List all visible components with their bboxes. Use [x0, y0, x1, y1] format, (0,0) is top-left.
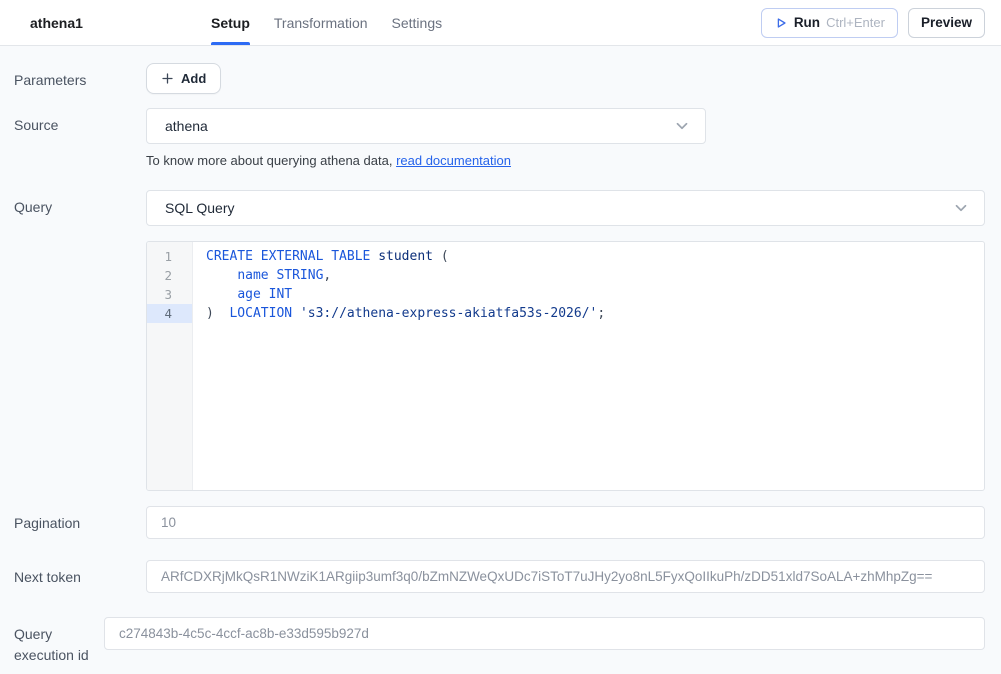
- chevron-down-icon: [673, 117, 691, 135]
- run-shortcut-label: Ctrl+Enter: [826, 15, 885, 30]
- read-documentation-link[interactable]: read documentation: [396, 153, 511, 168]
- tab-setup[interactable]: Setup: [211, 0, 250, 45]
- preview-button[interactable]: Preview: [908, 8, 985, 38]
- source-help-text: To know more about querying athena data,…: [146, 153, 985, 168]
- line-number: 1: [147, 247, 192, 266]
- plus-icon: [161, 72, 174, 85]
- code-line: ) LOCATION 's3://athena-express-akiatfa5…: [206, 304, 984, 323]
- code-line: age INT: [206, 285, 984, 304]
- query-title: athena1: [30, 0, 211, 45]
- source-label: Source: [14, 108, 146, 136]
- code-line: CREATE EXTERNAL TABLE student (: [206, 247, 984, 266]
- setup-form: Parameters Add Source athena: [0, 46, 1001, 674]
- tab-bar: Setup Transformation Settings: [211, 0, 442, 45]
- query-execution-id-row: Query execution id: [14, 617, 985, 666]
- tab-transformation-label: Transformation: [274, 15, 368, 31]
- pagination-label: Pagination: [14, 506, 146, 534]
- run-button[interactable]: Run Ctrl+Enter: [761, 8, 898, 38]
- query-editor-page: athena1 Setup Transformation Settings Ru…: [0, 0, 1001, 674]
- line-number: 2: [147, 266, 192, 285]
- source-row: Source athena To know more about queryin…: [14, 108, 985, 168]
- source-select[interactable]: athena: [146, 108, 706, 144]
- next-token-row: Next token: [14, 560, 985, 593]
- line-number: 4: [147, 304, 192, 323]
- preview-button-label: Preview: [921, 15, 972, 30]
- next-token-label: Next token: [14, 560, 146, 588]
- play-icon: [774, 16, 788, 30]
- pagination-row: Pagination: [14, 506, 985, 539]
- source-select-value: athena: [165, 118, 208, 134]
- query-type-value: SQL Query: [165, 200, 235, 216]
- add-parameter-button[interactable]: Add: [146, 63, 221, 94]
- pagination-input[interactable]: [146, 506, 985, 539]
- line-number: 3: [147, 285, 192, 304]
- parameters-label: Parameters: [14, 63, 146, 91]
- query-label: Query: [14, 190, 146, 218]
- tab-settings[interactable]: Settings: [392, 0, 443, 45]
- tab-settings-label: Settings: [392, 15, 443, 31]
- tab-transformation[interactable]: Transformation: [274, 0, 368, 45]
- query-execution-id-label: Query execution id: [14, 617, 104, 666]
- header-actions: Run Ctrl+Enter Preview: [761, 0, 985, 45]
- editor-gutter: 1234: [147, 242, 193, 490]
- code-line: name STRING,: [206, 266, 984, 285]
- chevron-down-icon: [952, 199, 970, 217]
- header: athena1 Setup Transformation Settings Ru…: [0, 0, 1001, 46]
- source-help-prefix: To know more about querying athena data,: [146, 153, 396, 168]
- query-row: Query SQL Query 1234 CREATE EXTERNAL TAB…: [14, 190, 985, 491]
- editor-code[interactable]: CREATE EXTERNAL TABLE student ( name STR…: [193, 242, 984, 490]
- query-type-select[interactable]: SQL Query: [146, 190, 985, 226]
- sql-editor[interactable]: 1234 CREATE EXTERNAL TABLE student ( nam…: [146, 241, 985, 491]
- tab-setup-label: Setup: [211, 15, 250, 31]
- next-token-input[interactable]: [146, 560, 985, 593]
- query-execution-id-input[interactable]: [104, 617, 985, 650]
- run-button-label: Run: [794, 15, 820, 30]
- parameters-row: Parameters Add: [14, 63, 985, 94]
- add-parameter-label: Add: [181, 71, 206, 86]
